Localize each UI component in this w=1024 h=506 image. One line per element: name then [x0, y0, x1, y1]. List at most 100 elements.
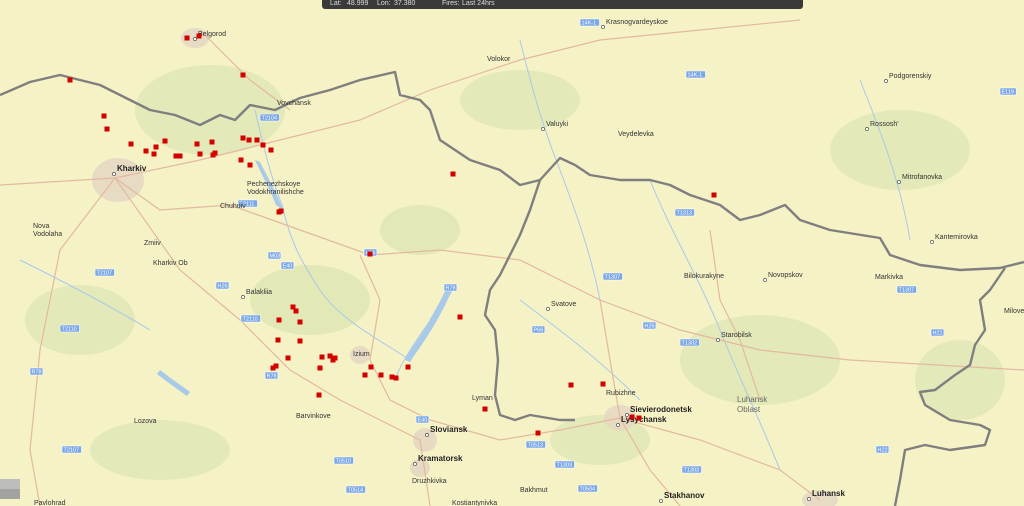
place-label-kramatorsk: Kramatorsk [418, 454, 463, 463]
fire-marker[interactable] [629, 414, 635, 420]
place-dot-kantemirovka [930, 240, 934, 244]
road-shield-s29: H22 [875, 445, 890, 454]
fire-marker[interactable] [450, 171, 456, 177]
fire-marker[interactable] [143, 148, 149, 154]
road-shield-s27: T0510 [333, 456, 354, 465]
place-dot-luhansk [807, 497, 811, 501]
fire-marker[interactable] [151, 151, 157, 157]
fire-marker[interactable] [270, 365, 276, 371]
fire-marker[interactable] [319, 354, 325, 360]
fire-marker[interactable] [535, 430, 541, 436]
road-shield-s20: H21 [930, 328, 945, 337]
fire-marker[interactable] [246, 137, 252, 143]
fire-marker[interactable] [457, 314, 463, 320]
place-label-bakhmut: Bakhmut [520, 487, 548, 494]
fire-marker[interactable] [293, 308, 299, 314]
place-label-stakhanov: Stakhanov [664, 491, 705, 500]
fire-marker[interactable] [368, 364, 374, 370]
fire-marker[interactable] [297, 319, 303, 325]
fire-marker[interactable] [197, 151, 203, 157]
road-shield-s3: E119 [999, 87, 1017, 96]
place-dot-kramatorsk [413, 462, 417, 466]
fire-marker[interactable] [254, 137, 260, 143]
place-label-lysychansk: Lysychansk [621, 415, 667, 424]
status-bar: Lat: 48.999 Lon: 37.380 Fires: Last 24hr… [322, 0, 803, 9]
fire-marker[interactable] [177, 153, 183, 159]
fire-marker[interactable] [316, 392, 322, 398]
fire-marker[interactable] [240, 135, 246, 141]
place-label-belgorod: Belgorod [198, 31, 226, 38]
fire-marker[interactable] [711, 192, 717, 198]
road-shield-s9: E40 [280, 261, 295, 270]
fire-marker[interactable] [285, 355, 291, 361]
place-label-luhansk-oblast-2: Oblast [737, 405, 761, 414]
fires-label: Fires: [442, 0, 460, 7]
fire-marker[interactable] [153, 144, 159, 150]
place-label-lyman: Lyman [472, 395, 493, 402]
fire-marker[interactable] [238, 157, 244, 163]
place-label-lozova: Lozova [134, 418, 157, 425]
fire-marker[interactable] [405, 364, 411, 370]
place-label-kostiantynivka: Kostiantynivka [452, 500, 497, 506]
place-label-luhansk: Luhansk [812, 489, 845, 498]
fire-marker[interactable] [600, 381, 606, 387]
fire-marker[interactable] [67, 77, 73, 83]
place-dot-podgorenskiy [884, 79, 888, 83]
place-label-barvinkove: Barvinkove [296, 413, 331, 420]
place-label-markivka: Markivka [875, 274, 903, 281]
place-dot-krasnogvardeyskoe [601, 25, 605, 29]
road-shield-label: R78 [267, 374, 277, 380]
fires-value: Last 24hrs [462, 0, 495, 7]
road-shield-s23: E40 [415, 415, 430, 424]
fire-marker[interactable] [317, 365, 323, 371]
fire-marker[interactable] [210, 152, 216, 158]
road-shield-s28: T1303 [681, 465, 702, 474]
road-shield-s24: T0513 [525, 440, 546, 449]
road-shield-s22: R78 [29, 367, 44, 376]
fire-marker[interactable] [247, 162, 253, 168]
fire-marker[interactable] [330, 357, 336, 363]
road-shield-s12: T1307 [896, 285, 917, 294]
scale-control[interactable] [0, 479, 20, 499]
lon-value: 37.380 [394, 0, 416, 7]
road-shield-label: E119 [1002, 90, 1014, 96]
fire-marker[interactable] [104, 126, 110, 132]
fire-marker[interactable] [378, 372, 384, 378]
fire-marker[interactable] [162, 138, 168, 144]
place-label-luhansk-oblast-1: Luhansk [737, 395, 768, 404]
place-label-vovchansk: Vovchansk [277, 100, 311, 107]
fire-marker[interactable] [275, 337, 281, 343]
fire-marker[interactable] [101, 113, 107, 119]
road-shield-label: H22 [878, 448, 888, 454]
road-shield-label: E40 [418, 418, 428, 424]
place-label-milove: Milove [1004, 308, 1024, 315]
road-shield-s7: M03 [267, 251, 282, 260]
fire-marker[interactable] [128, 141, 134, 147]
place-label-balakliia: Balakliia [246, 289, 272, 296]
fire-marker[interactable] [209, 139, 215, 145]
fire-marker[interactable] [568, 382, 574, 388]
road-shield-label: R78 [32, 370, 42, 376]
fire-marker[interactable] [367, 251, 373, 257]
fire-marker[interactable] [482, 406, 488, 412]
fire-marker[interactable] [194, 141, 200, 147]
fire-marker[interactable] [260, 142, 266, 148]
fire-marker[interactable] [184, 35, 190, 41]
place-label-pechenezhskoye: Pechenezhskoye [247, 181, 300, 188]
place-dot-stakhanov [659, 499, 663, 503]
fire-marker[interactable] [297, 338, 303, 344]
place-label-podgorenskiy: Podgorenskiy [889, 73, 932, 80]
road-shield-label: T2110 [62, 327, 77, 333]
fire-marker[interactable] [240, 72, 246, 78]
road-shield-s26: T2107 [61, 445, 82, 454]
map-canvas[interactable]: 14K-114K-1E119T2104T1313T2111M03H26E40T2… [0, 0, 1024, 506]
fire-marker[interactable] [196, 33, 202, 39]
fire-marker[interactable] [393, 375, 399, 381]
fire-marker[interactable] [268, 147, 274, 153]
fire-marker[interactable] [276, 209, 282, 215]
place-label-krasnogvardeyskoe: Krasnogvardeyskoe [606, 19, 668, 26]
fire-marker[interactable] [636, 415, 642, 421]
fire-marker[interactable] [362, 372, 368, 378]
place-label-veydelevka: Veydelevka [618, 131, 654, 138]
fire-marker[interactable] [276, 317, 282, 323]
